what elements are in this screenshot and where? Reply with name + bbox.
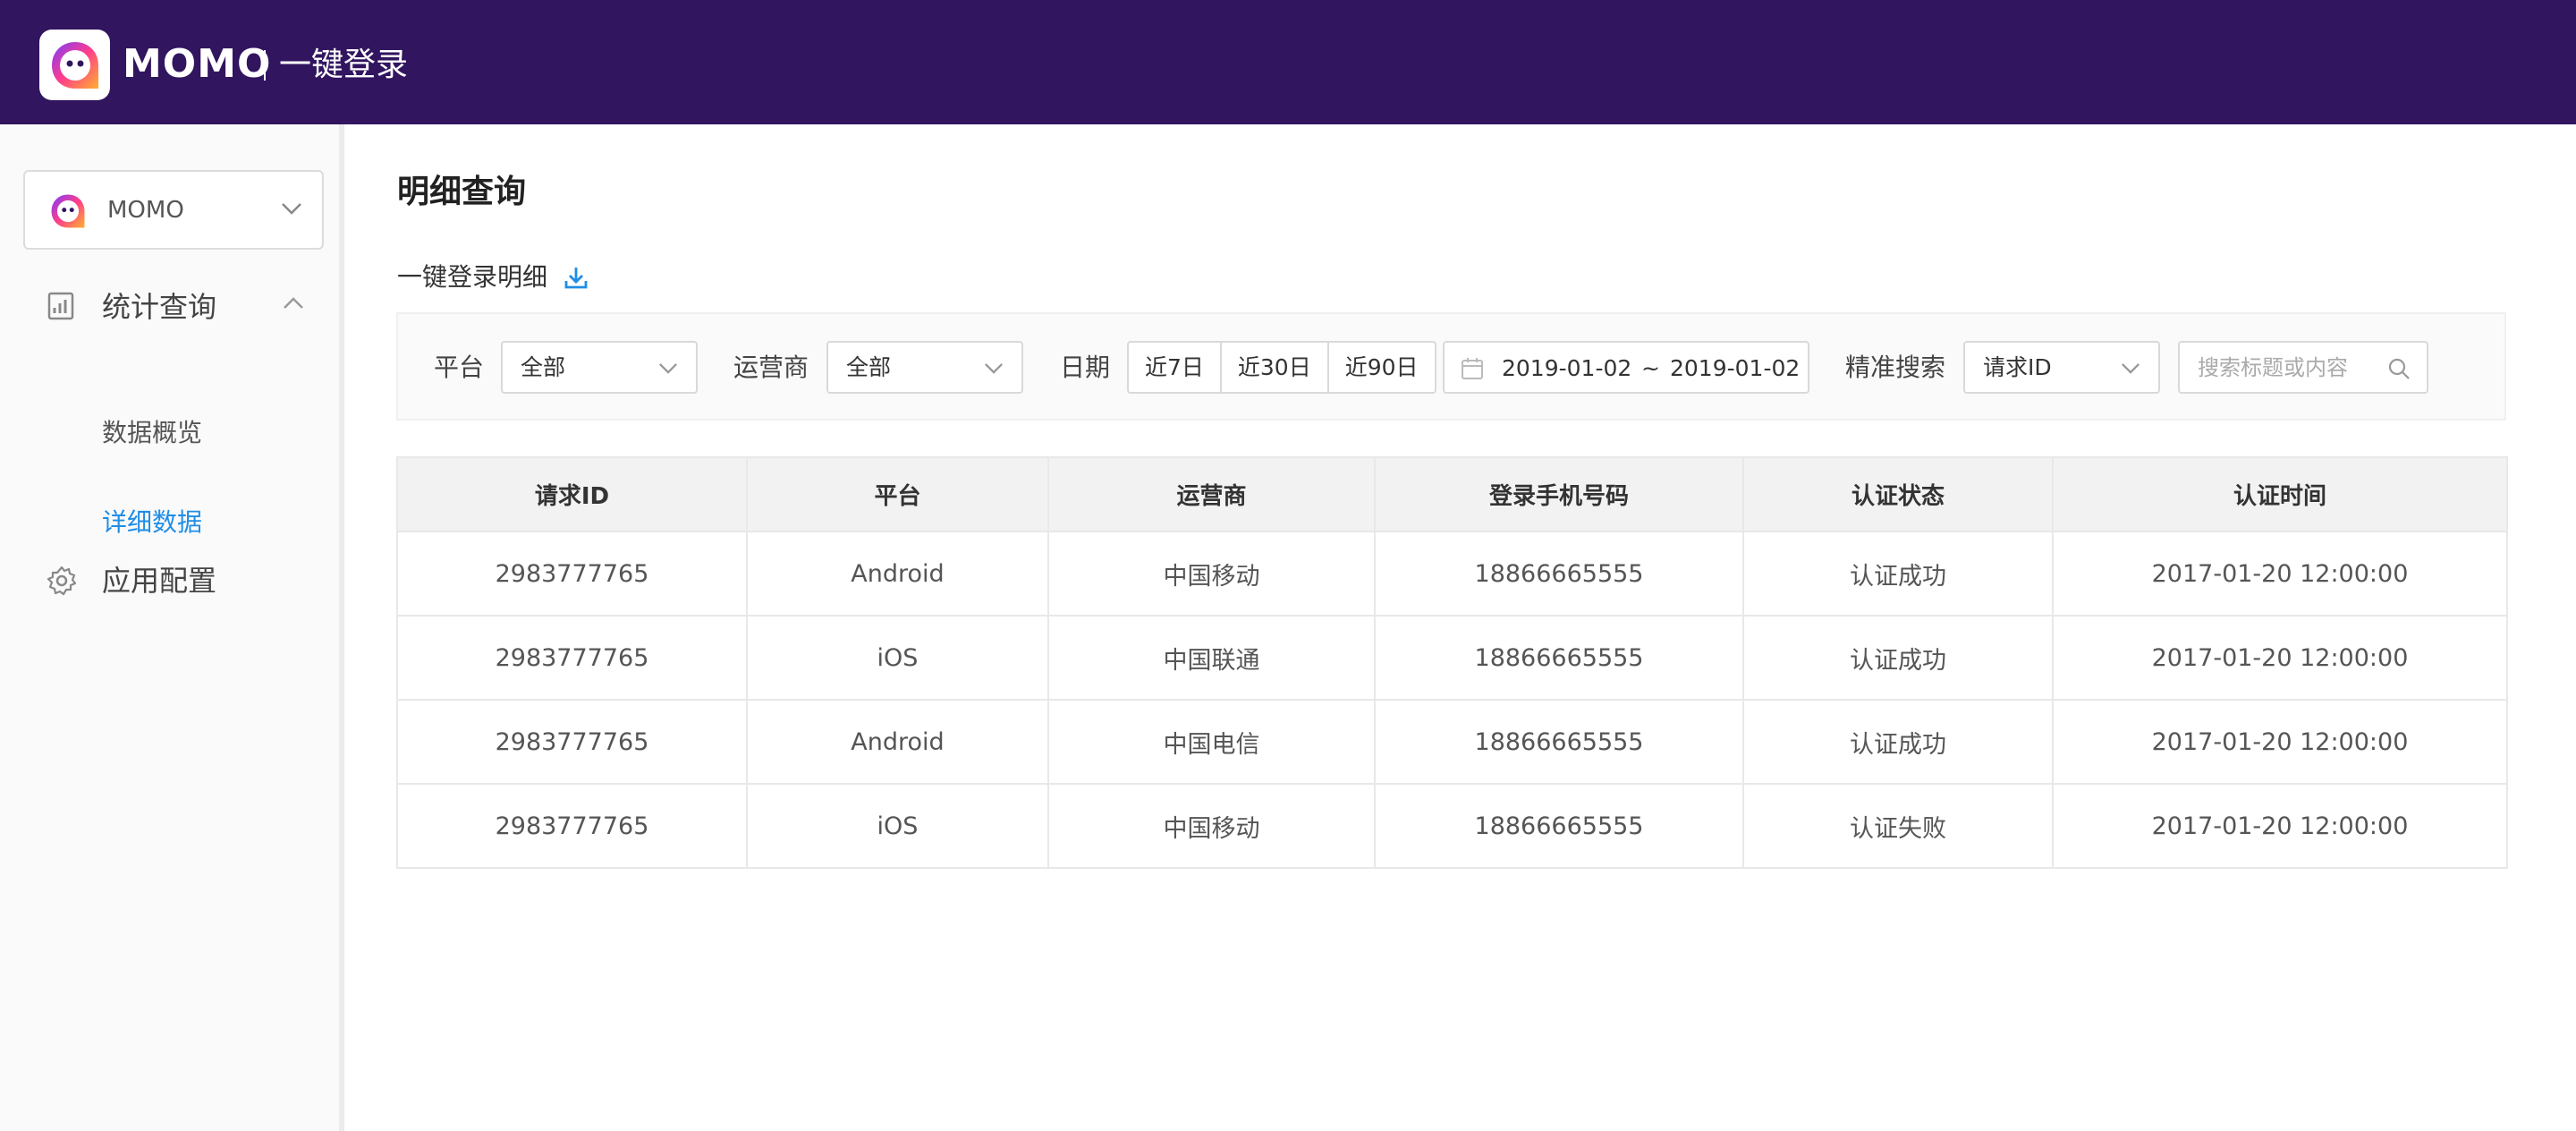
search-input[interactable] <box>2198 352 2377 384</box>
cell-phone: 18866665555 <box>1374 699 1744 785</box>
cell-carrier: 中国电信 <box>1047 699 1376 785</box>
column-header-auth-time: 认证时间 <box>2052 456 2508 532</box>
page-title: 明细查询 <box>397 174 527 210</box>
date-label: 日期 <box>1060 353 1111 382</box>
date-range-picker[interactable]: 2019-01-02 ~ 2019-01-02 <box>1443 341 1809 394</box>
cell-carrier: 中国联通 <box>1047 615 1376 701</box>
nav-statistics[interactable]: 统计查询 <box>0 275 344 337</box>
carrier-select[interactable]: 全部 <box>826 341 1023 394</box>
chevron-up-icon <box>283 296 304 313</box>
app-selector[interactable]: MOMO <box>23 170 324 250</box>
column-header-auth-status: 认证状态 <box>1742 456 2054 532</box>
sidebar: MOMO 统计查询 数据概览 详细数据 应用配置 <box>0 124 344 1131</box>
cell-auth-time: 2017-01-20 12:00:00 <box>2052 615 2508 701</box>
detail-table: 请求ID 平台 运营商 登录手机号码 认证状态 认证时间 2983777765 … <box>396 456 2508 869</box>
brand-divider <box>264 50 266 81</box>
chevron-down-icon <box>984 361 1004 378</box>
search-icon[interactable] <box>2387 357 2411 384</box>
table-row: 2983777765 Android 中国电信 18866665555 认证成功… <box>396 699 2508 785</box>
column-header-carrier: 运营商 <box>1047 456 1376 532</box>
date-start: 2019-01-02 <box>1502 355 1632 381</box>
date-end: 2019-01-02 <box>1670 355 1801 381</box>
nav-app-config-label: 应用配置 <box>102 564 217 598</box>
column-header-phone: 登录手机号码 <box>1374 456 1744 532</box>
cell-phone: 18866665555 <box>1374 531 1744 617</box>
search-box <box>2178 341 2428 394</box>
date-separator: ~ <box>1641 355 1660 381</box>
cell-auth-time: 2017-01-20 12:00:00 <box>2052 531 2508 617</box>
calendar-icon <box>1461 357 1484 384</box>
sidebar-item-data-overview[interactable]: 数据概览 <box>102 415 202 451</box>
gear-icon <box>47 566 77 600</box>
cell-auth-time: 2017-01-20 12:00:00 <box>2052 783 2508 869</box>
carrier-select-value: 全部 <box>846 354 892 380</box>
chevron-down-icon <box>281 201 302 218</box>
chevron-down-icon <box>658 361 678 378</box>
cell-auth-status: 认证失败 <box>1742 783 2054 869</box>
column-header-request-id: 请求ID <box>396 456 748 532</box>
cell-carrier: 中国移动 <box>1047 531 1376 617</box>
range-7d-button[interactable]: 近7日 <box>1129 343 1222 392</box>
table-row: 2983777765 Android 中国移动 18866665555 认证成功… <box>396 531 2508 617</box>
cell-phone: 18866665555 <box>1374 783 1744 869</box>
brand-subtitle: 一键登录 <box>279 47 409 83</box>
search-field-value: 请求ID <box>1983 354 2052 380</box>
cell-request-id: 2983777765 <box>396 783 748 869</box>
momo-logo-icon <box>51 41 98 89</box>
range-30d-button[interactable]: 近30日 <box>1222 343 1329 392</box>
momo-app-icon <box>48 191 88 234</box>
table-header-row: 请求ID 平台 运营商 登录手机号码 认证状态 认证时间 <box>396 456 2508 532</box>
date-quick-range: 近7日 近30日 近90日 <box>1127 341 1436 394</box>
table-row: 2983777765 iOS 中国移动 18866665555 认证失败 201… <box>396 783 2508 869</box>
carrier-label: 运营商 <box>733 353 809 382</box>
platform-select[interactable]: 全部 <box>501 341 698 394</box>
section-title: 一键登录明细 <box>397 262 548 292</box>
cell-auth-time: 2017-01-20 12:00:00 <box>2052 699 2508 785</box>
filter-bar: 平台 全部 运营商 全部 日期 近7日 近30日 近90日 2019-01-02… <box>396 312 2506 421</box>
cell-platform: Android <box>746 699 1049 785</box>
app-selector-label: MOMO <box>107 197 184 224</box>
cell-request-id: 2983777765 <box>396 699 748 785</box>
table-row: 2983777765 iOS 中国联通 18866665555 认证成功 201… <box>396 615 2508 701</box>
cell-platform: iOS <box>746 615 1049 701</box>
platform-select-value: 全部 <box>521 354 566 380</box>
cell-carrier: 中国移动 <box>1047 783 1376 869</box>
exact-search-label: 精准搜索 <box>1845 353 1946 382</box>
cell-platform: iOS <box>746 783 1049 869</box>
top-header: MOMO 一键登录 <box>0 0 2576 124</box>
brand-name: MOMO <box>123 41 272 87</box>
search-field-select[interactable]: 请求ID <box>1963 341 2160 394</box>
platform-label: 平台 <box>434 353 485 382</box>
range-90d-button[interactable]: 近90日 <box>1329 343 1435 392</box>
chevron-down-icon <box>2121 361 2140 378</box>
download-icon[interactable] <box>564 265 589 293</box>
cell-request-id: 2983777765 <box>396 615 748 701</box>
cell-auth-status: 认证成功 <box>1742 615 2054 701</box>
nav-statistics-label: 统计查询 <box>102 290 217 324</box>
cell-auth-status: 认证成功 <box>1742 699 2054 785</box>
cell-request-id: 2983777765 <box>396 531 748 617</box>
column-header-platform: 平台 <box>746 456 1049 532</box>
cell-auth-status: 认证成功 <box>1742 531 2054 617</box>
cell-phone: 18866665555 <box>1374 615 1744 701</box>
momo-logo[interactable] <box>39 30 110 100</box>
nav-app-config[interactable]: 应用配置 <box>0 548 344 611</box>
sidebar-item-detail-data[interactable]: 详细数据 <box>102 505 202 540</box>
cell-platform: Android <box>746 531 1049 617</box>
chart-doc-icon <box>47 292 75 324</box>
